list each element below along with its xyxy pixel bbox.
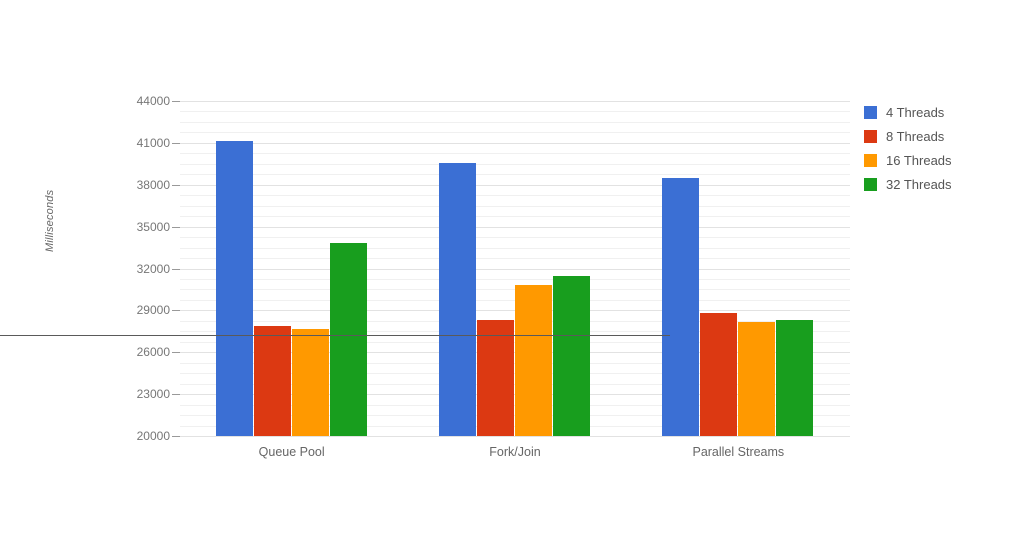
gridline-minor: [180, 121, 850, 123]
gridline-major: [180, 226, 850, 228]
legend: 4 Threads 8 Threads 16 Threads 32 Threads: [864, 100, 1014, 196]
gridline-minor: [180, 247, 850, 249]
gridline-minor: [180, 205, 850, 207]
gridline-minor: [180, 195, 850, 197]
y-tick-label: 44000: [136, 94, 170, 108]
x-category-label: Parallel Streams: [692, 445, 785, 459]
y-tickmark: [172, 184, 180, 186]
legend-item[interactable]: 16 Threads: [864, 148, 1014, 172]
x-category-label: Queue Pool: [258, 445, 325, 459]
gridline-major: [180, 436, 850, 437]
gridline-minor: [180, 216, 850, 218]
legend-item[interactable]: 32 Threads: [864, 172, 1014, 196]
y-tick-label: 23000: [136, 387, 170, 402]
y-axis-labels: 20000 23000 26000 29000 32000 35000 38000 41000…: [108, 94, 170, 443]
legend-color-swatch: [864, 153, 877, 167]
bar[interactable]: [515, 285, 552, 436]
legend-item-label: 4 Threads: [886, 104, 945, 120]
plot-area: [180, 101, 850, 437]
legend-item-label: 32 Threads: [886, 176, 952, 192]
legend-item[interactable]: 4 Threads: [864, 100, 1014, 124]
x-category-label: Fork/Join: [489, 445, 541, 459]
y-tickmark: [172, 226, 180, 228]
bar[interactable]: [329, 243, 367, 436]
y-tick-label: 20000: [136, 429, 170, 443]
y-tickmark: [172, 436, 180, 437]
gridline-minor: [180, 237, 850, 239]
bar[interactable]: [776, 320, 814, 436]
y-tickmark: [172, 101, 180, 102]
bar[interactable]: [253, 326, 291, 436]
bar[interactable]: [553, 276, 590, 436]
legend-item-label: 8 Threads: [886, 128, 945, 144]
gridline-major: [180, 184, 850, 186]
bar-chart: Milliseconds 20000 23000 26000 29000 32000 35…: [0, 0, 1024, 538]
gridline-major: [180, 142, 850, 144]
gridline-minor: [180, 153, 850, 155]
gridline-minor: [180, 258, 850, 260]
y-tick-label: 38000: [136, 177, 170, 192]
legend-color-swatch: [864, 177, 877, 191]
y-tickmark: [172, 394, 180, 396]
y-tick-label: 29000: [136, 303, 170, 318]
y-tickmark: [172, 142, 180, 144]
y-tickmark: [172, 310, 180, 312]
gridline-minor: [180, 132, 850, 134]
legend-color-swatch: [864, 105, 877, 119]
bar[interactable]: [738, 322, 776, 436]
legend-item-label: 16 Threads: [886, 152, 952, 168]
gridline-minor: [180, 163, 850, 165]
legend-color-swatch: [864, 129, 877, 143]
bar[interactable]: [662, 178, 700, 436]
x-axis-line: [0, 335, 670, 336]
y-tickmark: [172, 352, 180, 354]
y-tickmark: [172, 268, 180, 270]
gridline-minor: [180, 111, 850, 113]
y-tick-label: 35000: [136, 219, 170, 234]
bar[interactable]: [477, 320, 514, 436]
bar[interactable]: [439, 163, 476, 436]
y-tick-label: 41000: [136, 135, 170, 150]
bar[interactable]: [291, 328, 329, 436]
bar[interactable]: [215, 141, 253, 436]
gridline-major: [180, 268, 850, 270]
y-tick-label: 32000: [136, 261, 170, 276]
legend-item[interactable]: 8 Threads: [864, 124, 1014, 148]
x-axis-category-labels: Queue Pool Fork/Join Parallel Streams: [180, 445, 850, 465]
gridline-major: [180, 101, 850, 102]
y-tick-label: 26000: [136, 345, 170, 360]
gridline-minor: [180, 174, 850, 176]
bar[interactable]: [700, 313, 738, 436]
gridline-minor: [180, 278, 850, 280]
